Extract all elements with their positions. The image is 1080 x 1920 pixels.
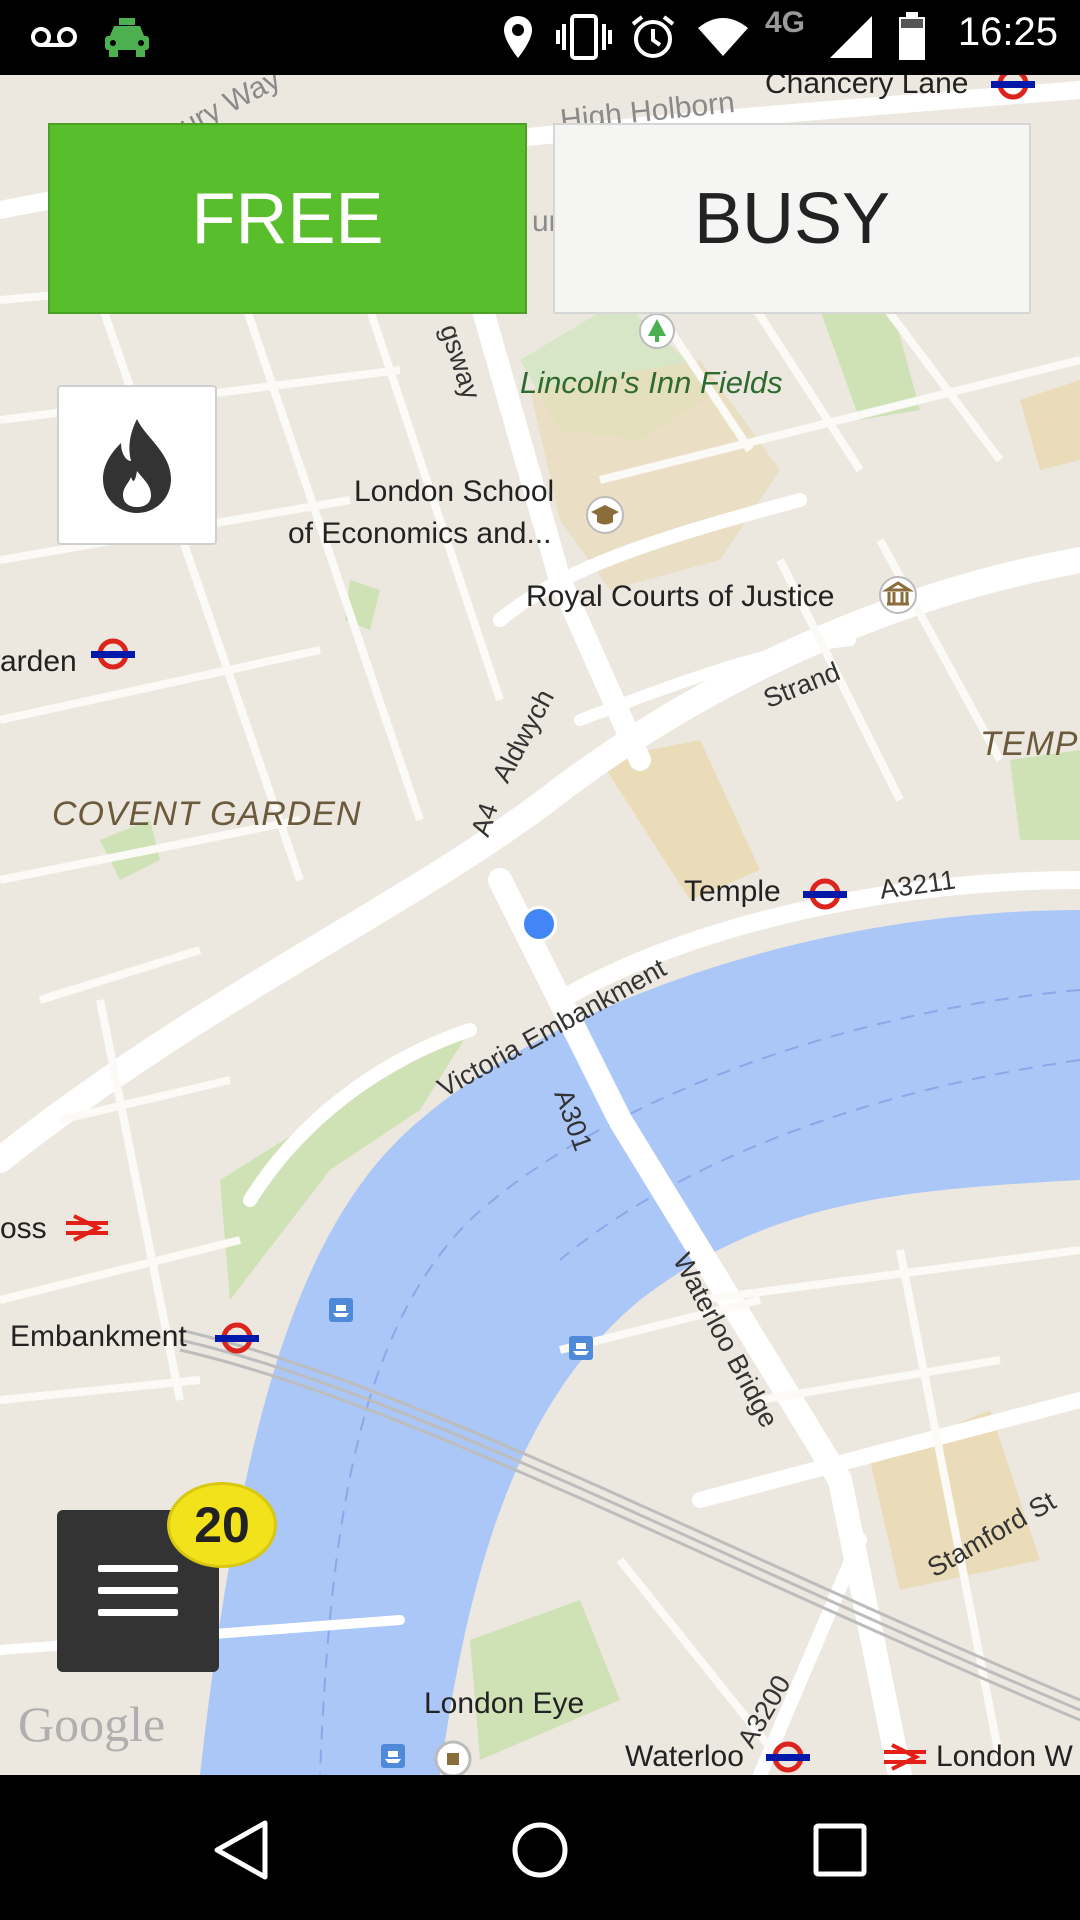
map-label: COVENT GARDEN	[52, 795, 362, 833]
ferry-icon[interactable]	[380, 1743, 406, 1769]
location-icon	[504, 16, 532, 58]
ferry-icon[interactable]	[568, 1335, 594, 1361]
hotspot-button[interactable]	[57, 385, 217, 545]
map-label: Waterloo	[625, 1740, 744, 1773]
attraction-icon[interactable]	[433, 1739, 473, 1775]
map-label: Chancery Lane	[765, 75, 969, 100]
underground-icon[interactable]	[802, 877, 848, 911]
rail-icon[interactable]	[62, 1213, 112, 1243]
map-label: Royal Courts of Justice	[526, 580, 835, 613]
map-label: of Economics and...	[288, 517, 552, 550]
voicemail-icon	[31, 27, 77, 47]
signal-icon	[830, 16, 872, 58]
busy-button[interactable]: BUSY	[553, 123, 1031, 314]
map-label: Temple	[684, 875, 781, 908]
underground-icon[interactable]	[765, 1740, 811, 1774]
university-icon[interactable]	[585, 495, 625, 535]
network-type: 4G	[765, 6, 806, 39]
hamburger-icon	[98, 1565, 178, 1616]
rail-icon[interactable]	[880, 1742, 930, 1772]
back-icon[interactable]	[207, 1815, 277, 1885]
map-label: arden	[0, 645, 77, 678]
google-logo: Google	[18, 1696, 166, 1752]
battery-icon	[899, 12, 925, 60]
map-label: Embankment	[10, 1320, 187, 1353]
map-label: London Eye	[424, 1687, 585, 1720]
park-icon[interactable]	[638, 312, 676, 350]
museum-icon[interactable]	[878, 575, 918, 615]
alarm-icon	[631, 15, 675, 58]
map-label: Lincoln's Inn Fields	[520, 365, 783, 400]
status-bar: 4G 16:25	[0, 0, 1080, 75]
vibrate-icon	[556, 14, 612, 60]
map-label: London School	[354, 475, 555, 508]
map-label: oss	[0, 1212, 47, 1245]
wifi-icon	[698, 18, 748, 56]
taxi-icon	[105, 18, 149, 57]
ferry-icon[interactable]	[328, 1297, 354, 1323]
home-icon[interactable]	[505, 1815, 575, 1885]
current-location-marker	[521, 906, 557, 942]
flame-icon	[103, 419, 171, 513]
recents-icon[interactable]	[805, 1815, 875, 1885]
navigation-bar	[0, 1775, 1080, 1920]
clock: 16:25	[957, 10, 1058, 54]
notification-badge: 20	[167, 1482, 277, 1568]
map-label: London W	[936, 1740, 1073, 1773]
free-button[interactable]: FREE	[48, 123, 527, 314]
map-label: TEMPI	[980, 725, 1080, 763]
underground-icon[interactable]	[90, 637, 136, 671]
underground-icon[interactable]	[214, 1321, 260, 1355]
underground-icon[interactable]	[990, 75, 1036, 101]
